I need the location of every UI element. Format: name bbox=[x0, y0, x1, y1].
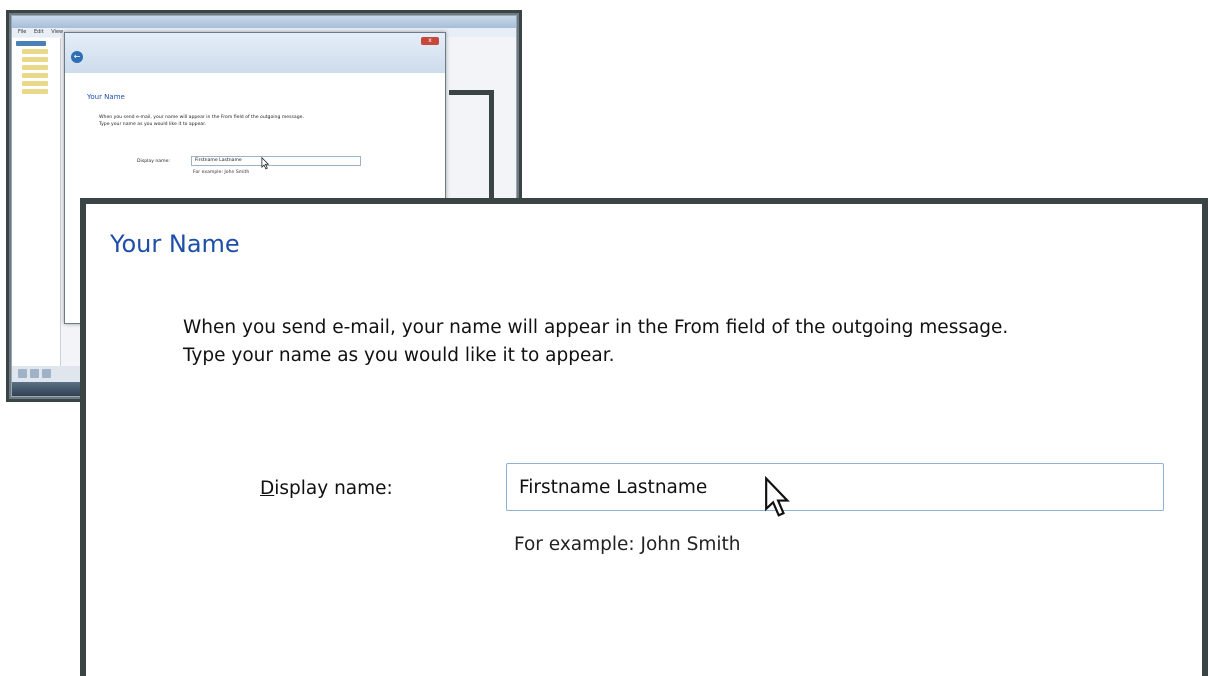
example-hint: For example: John Smith bbox=[514, 534, 741, 555]
display-name-label: Display name: bbox=[137, 159, 170, 164]
back-arrow-icon[interactable]: ← bbox=[71, 51, 83, 63]
display-name-label: Display name: bbox=[260, 478, 393, 499]
dialog-description-line: Type your name as you would like it to a… bbox=[99, 122, 207, 127]
mouse-pointer-icon bbox=[765, 476, 790, 517]
callout-connector bbox=[449, 90, 494, 95]
folder-item[interactable] bbox=[22, 81, 48, 86]
callout-connector bbox=[489, 90, 494, 202]
dialog-description-line: When you send e-mail, your name will app… bbox=[99, 115, 304, 120]
folder-item[interactable] bbox=[22, 57, 48, 62]
folder-item[interactable] bbox=[22, 65, 48, 70]
instruction-line: When you send e-mail, your name will app… bbox=[183, 317, 1009, 338]
folder-item[interactable] bbox=[22, 73, 48, 78]
dialog-description: When you send e-mail, your name will app… bbox=[99, 114, 389, 128]
instruction-text: When you send e-mail, your name will app… bbox=[183, 314, 1203, 370]
accelerator-key: D bbox=[260, 478, 275, 499]
folder-pane-header bbox=[16, 41, 46, 46]
status-button[interactable] bbox=[18, 369, 27, 378]
display-name-field[interactable]: Firstname Lastname bbox=[191, 156, 361, 166]
mouse-pointer-icon bbox=[261, 157, 270, 170]
status-button[interactable] bbox=[42, 369, 51, 378]
menu-item-view[interactable]: View bbox=[51, 29, 63, 35]
folder-pane bbox=[12, 38, 61, 366]
page-title: Your Name bbox=[110, 230, 240, 258]
display-name-label-text: isplay name: bbox=[274, 478, 393, 499]
menu-item-edit[interactable]: Edit bbox=[34, 29, 44, 35]
app-titlebar bbox=[12, 16, 516, 28]
folder-item[interactable] bbox=[22, 89, 48, 94]
example-hint: For example: John Smith bbox=[193, 170, 250, 175]
instruction-line: Type your name as you would like it to a… bbox=[183, 345, 615, 366]
status-button[interactable] bbox=[30, 369, 39, 378]
display-name-field[interactable] bbox=[506, 463, 1164, 511]
close-icon[interactable]: x bbox=[421, 37, 439, 45]
dialog-title: Your Name bbox=[87, 93, 125, 101]
zoomed-callout: Your Name When you send e-mail, your nam… bbox=[80, 198, 1208, 676]
dialog-header: ← x bbox=[65, 33, 445, 73]
menu-item-file[interactable]: File bbox=[18, 29, 26, 35]
folder-item[interactable] bbox=[22, 49, 48, 54]
